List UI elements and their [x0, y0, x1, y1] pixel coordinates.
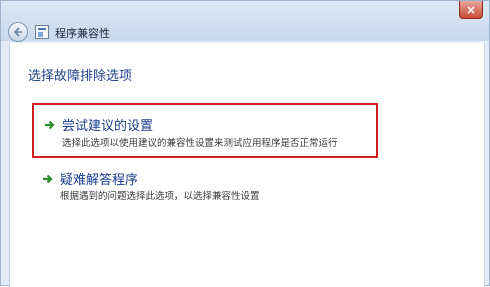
option-description: 根据遇到的问题选择此选项，以选择兼容性设置: [60, 191, 260, 202]
option-title[interactable]: 尝试建议的设置: [62, 115, 153, 134]
window-title: 程序兼容性: [55, 27, 110, 40]
option-try-recommended-settings[interactable]: 尝试建议的设置 选择此选项以使用建议的兼容性设置来测试应用程序是否正常运行: [32, 103, 378, 158]
option-title[interactable]: 疑难解答程序: [60, 169, 138, 188]
option-troubleshoot-program[interactable]: 疑难解答程序 根据遇到的问题选择此选项，以选择兼容性设置: [32, 163, 378, 213]
page-heading: 选择故障排除选项: [28, 69, 133, 84]
option-description: 选择此选项以使用建议的兼容性设置来测试应用程序是否正常运行: [62, 138, 338, 149]
green-arrow-icon: [43, 174, 53, 184]
app-icon: [35, 25, 49, 39]
title-bar: × 程序兼容性: [1, 1, 489, 42]
green-arrow-icon: [45, 120, 55, 130]
back-arrow-icon: [13, 27, 22, 37]
close-icon: ×: [465, 2, 477, 17]
back-button[interactable]: [8, 22, 28, 42]
close-button[interactable]: ×: [459, 1, 483, 19]
